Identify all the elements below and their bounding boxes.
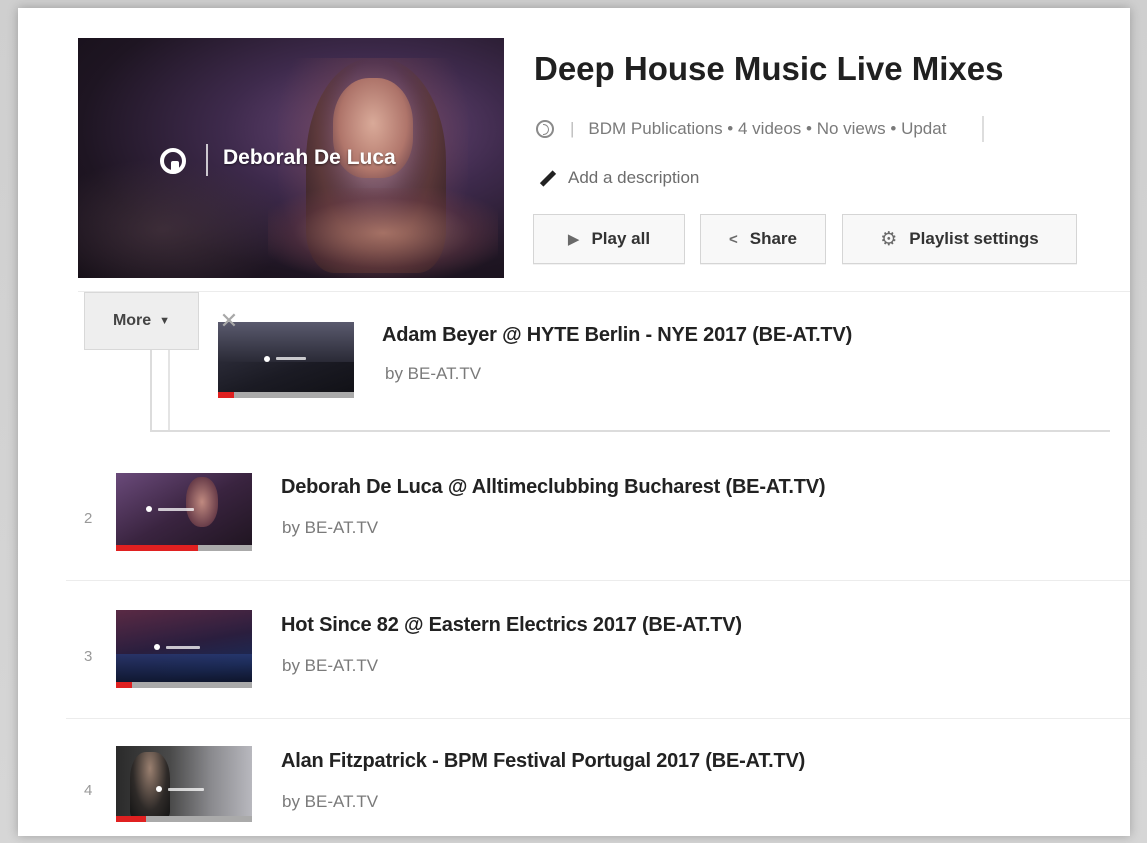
watch-progress-bar [116, 682, 252, 688]
chevron-down-icon: ▼ [159, 315, 171, 327]
video-channel[interactable]: by BE-AT.TV [385, 364, 481, 384]
meta-separator: | [570, 119, 575, 138]
thumbnail-logo-icon [264, 356, 270, 362]
share-icon: < [728, 230, 738, 248]
thumbnail-caption [158, 508, 194, 511]
thumbnail-logo-icon [156, 786, 162, 792]
video-index: 2 [84, 510, 93, 527]
watch-progress-bar [116, 816, 252, 822]
hero-figure-hands [268, 188, 498, 278]
video-title[interactable]: Alan Fitzpatrick - BPM Festival Portugal… [281, 750, 805, 773]
playlist-settings-button[interactable]: ⚙ Playlist settings [842, 214, 1077, 264]
playlist-meta: | BDM Publications • 4 videos • No views… [536, 116, 985, 142]
hero-artist-name: Deborah De Luca [223, 146, 396, 169]
video-thumbnail[interactable] [116, 610, 252, 688]
playlist-title: Deep House Music Live Mixes [534, 50, 1004, 87]
video-channel[interactable]: by BE-AT.TV [282, 792, 378, 812]
more-button[interactable]: More ▼ [84, 292, 199, 350]
watch-progress-fill [116, 682, 133, 688]
watch-progress-fill [218, 392, 235, 398]
add-description-link[interactable]: Add a description [536, 168, 699, 188]
screenshot-frame: Deborah De Luca Deep House Music Live Mi… [0, 0, 1147, 843]
beat-logo-icon [160, 148, 186, 174]
watch-progress-bar [218, 392, 354, 398]
play-all-button[interactable]: ▶ Play all [533, 214, 685, 264]
privacy-globe-icon[interactable] [536, 120, 554, 138]
video-title[interactable]: Hot Since 82 @ Eastern Electrics 2017 (B… [281, 614, 742, 637]
share-label: Share [749, 229, 797, 248]
hero-logo-divider [206, 144, 208, 176]
hero-background-blur [78, 158, 288, 278]
video-channel[interactable]: by BE-AT.TV [282, 656, 378, 676]
playlist-settings-label: Playlist settings [909, 229, 1039, 248]
watch-progress-fill [116, 545, 198, 551]
play-icon: ▶ [567, 231, 580, 248]
thumbnail-logo-icon [154, 644, 160, 650]
video-title[interactable]: Adam Beyer @ HYTE Berlin - NYE 2017 (BE-… [382, 324, 852, 347]
meta-overflow-edge [952, 116, 985, 142]
thumbnail-caption [276, 357, 306, 360]
play-all-label: Play all [591, 229, 651, 248]
gear-icon: ⚙ [880, 228, 898, 250]
row-divider [66, 580, 1130, 581]
pencil-icon [536, 168, 556, 188]
playlist-panel: Deborah De Luca Deep House Music Live Mi… [18, 8, 1130, 836]
add-description-label: Add a description [568, 168, 700, 187]
video-index: 3 [84, 648, 93, 665]
video-index: 4 [84, 782, 93, 799]
thumbnail-logo-icon [146, 506, 152, 512]
share-button[interactable]: < Share [700, 214, 826, 264]
more-label: More [112, 312, 152, 329]
video-title[interactable]: Deborah De Luca @ Alltimeclubbing Buchar… [281, 476, 826, 499]
row-divider [66, 718, 1130, 719]
video-thumbnail[interactable] [116, 473, 252, 551]
video-channel[interactable]: by BE-AT.TV [282, 518, 378, 538]
watch-progress-bar [116, 545, 252, 551]
thumbnail-figure [130, 752, 170, 818]
playlist-hero-thumbnail[interactable]: Deborah De Luca [78, 38, 504, 278]
close-icon[interactable]: ✕ [201, 292, 257, 350]
thumbnail-figure [186, 477, 218, 527]
video-thumbnail[interactable] [116, 746, 252, 822]
thumbnail-caption [168, 788, 204, 791]
thumbnail-caption [166, 646, 200, 649]
watch-progress-fill [116, 816, 146, 822]
playlist-meta-text: BDM Publications • 4 videos • No views •… [588, 119, 947, 138]
